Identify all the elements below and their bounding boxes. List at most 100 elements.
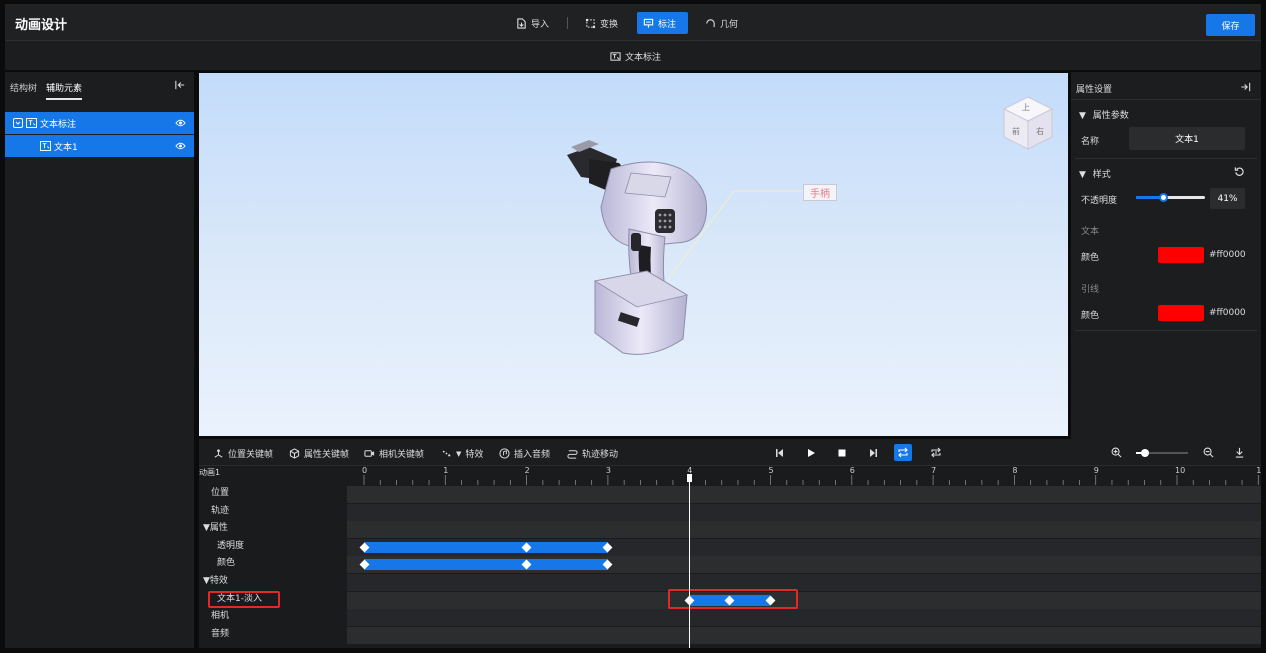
top-bar: 动画设计 导入 变换 标注 几何 保存 bbox=[5, 4, 1261, 40]
track-label[interactable]: 音频 bbox=[199, 626, 347, 643]
tab-auxiliary-elements[interactable]: 辅助元素 bbox=[46, 81, 83, 100]
save-button[interactable]: 保存 bbox=[1206, 14, 1255, 36]
annotate-icon bbox=[643, 18, 654, 28]
transform-button[interactable]: 变换 bbox=[579, 13, 624, 33]
step-forward-icon[interactable] bbox=[868, 448, 878, 458]
camera-keyframe-label: 相机关键帧 bbox=[379, 450, 425, 460]
text-color-hex[interactable]: #ff0000 bbox=[1209, 250, 1246, 260]
ruler-tick-label: 9 bbox=[1093, 466, 1099, 475]
timeline-toolbar: 位置关键帧 属性关键帧 相机关键帧 ▼ 特效 插入音频 轨迹移动 bbox=[199, 439, 1261, 466]
timeline-track[interactable] bbox=[347, 503, 1261, 521]
annotation-label[interactable]: 手柄 bbox=[803, 184, 837, 201]
property-keyframe-button[interactable]: 属性关键帧 bbox=[289, 447, 349, 460]
playhead[interactable] bbox=[687, 474, 693, 648]
zoom-out-icon[interactable] bbox=[1203, 447, 1214, 458]
timeline-track[interactable] bbox=[347, 556, 1261, 574]
view-cube-top[interactable]: 上 bbox=[1022, 102, 1030, 113]
insert-audio-button[interactable]: 插入音频 bbox=[499, 447, 550, 460]
ruler-tick-label: 0 bbox=[362, 466, 368, 475]
zoom-in-icon[interactable] bbox=[1111, 447, 1122, 458]
download-icon[interactable] bbox=[1234, 447, 1245, 458]
stop-icon[interactable] bbox=[837, 448, 847, 458]
transform-label: 变换 bbox=[600, 19, 619, 30]
track-label-column: 动画1 位置 轨迹 ▼属性 透明度 颜色 ▼特效 文本1-淡入 相机 音频 bbox=[199, 466, 347, 648]
effects-dropdown[interactable]: ▼ 特效 bbox=[441, 447, 483, 460]
track-label[interactable]: 位置 bbox=[199, 485, 347, 502]
text-group-label: 文本 bbox=[1081, 227, 1100, 237]
track-label[interactable]: 轨迹 bbox=[199, 503, 347, 520]
loop-once-icon[interactable] bbox=[930, 447, 942, 458]
track-label[interactable]: ▼属性 bbox=[199, 520, 347, 537]
playhead-handle[interactable] bbox=[687, 474, 693, 482]
time-ruler[interactable]: 0 1 2 3 4 5 6 7 8 9 10 1 bbox=[347, 466, 1261, 485]
track-label[interactable]: 颜色 bbox=[199, 555, 347, 572]
ruler-ticks bbox=[363, 475, 1259, 485]
keyframe-bar[interactable] bbox=[364, 559, 608, 571]
style-section-header[interactable]: ▼ 样式 bbox=[1079, 167, 1111, 180]
annotate-button[interactable]: 标注 bbox=[637, 12, 688, 34]
expand-toggle-icon[interactable] bbox=[13, 118, 23, 128]
timeline-track[interactable] bbox=[347, 574, 1261, 591]
leader-color-hex[interactable]: #ff0000 bbox=[1209, 308, 1246, 318]
text-color-label: 颜色 bbox=[1081, 253, 1100, 263]
timeline-track[interactable] bbox=[347, 626, 1261, 644]
opacity-slider-track[interactable] bbox=[1136, 193, 1205, 202]
ruler-tick-label: 6 bbox=[849, 466, 855, 475]
text-color-swatch[interactable] bbox=[1158, 247, 1204, 263]
opacity-value-input[interactable]: 41% bbox=[1210, 188, 1245, 209]
timeline-track[interactable] bbox=[347, 538, 1261, 556]
track-label[interactable]: ▼特效 bbox=[199, 573, 347, 590]
app-title: 动画设计 bbox=[15, 18, 68, 33]
mode-title-label: 文本标注 bbox=[625, 53, 662, 63]
camera-icon bbox=[364, 450, 375, 457]
leader-color-label: 颜色 bbox=[1081, 311, 1100, 321]
style-section-label: 样式 bbox=[1092, 170, 1111, 180]
view-cube-front[interactable]: 前 bbox=[1012, 126, 1020, 137]
timeline-panel: 位置关键帧 属性关键帧 相机关键帧 ▼ 特效 插入音频 轨迹移动 动画1 位置 … bbox=[199, 439, 1261, 648]
geometry-icon bbox=[706, 18, 715, 27]
path-move-button[interactable]: 轨迹移动 bbox=[567, 447, 618, 460]
import-button[interactable]: 导入 bbox=[510, 13, 555, 33]
params-section-header[interactable]: ▼ 属性参数 bbox=[1079, 108, 1129, 121]
keyframe-bar[interactable] bbox=[364, 541, 608, 553]
tree-item-text1[interactable]: 文本1 bbox=[5, 135, 194, 157]
position-keyframe-icon bbox=[214, 449, 223, 458]
timeline-track[interactable] bbox=[347, 486, 1261, 503]
loop-toggle-button[interactable] bbox=[894, 444, 912, 461]
leader-color-swatch[interactable] bbox=[1158, 305, 1204, 321]
track-label[interactable]: 相机 bbox=[199, 608, 347, 625]
import-icon bbox=[517, 17, 526, 29]
tree-item-text-annotation[interactable]: 文本标注 bbox=[5, 112, 194, 134]
mode-title: 文本标注 bbox=[610, 50, 661, 63]
opacity-slider-thumb[interactable] bbox=[1159, 193, 1169, 202]
view-cube[interactable]: 上 前 右 bbox=[1000, 95, 1056, 153]
params-section-label: 属性参数 bbox=[1092, 111, 1129, 121]
visibility-eye-icon[interactable] bbox=[175, 118, 186, 128]
camera-keyframe-button[interactable]: 相机关键帧 bbox=[364, 447, 424, 460]
effects-label: 特效 bbox=[465, 450, 484, 460]
timeline-tracks[interactable]: 0 1 2 3 4 5 6 7 8 9 10 1 bbox=[347, 466, 1261, 648]
audio-icon bbox=[499, 448, 510, 459]
timeline-track[interactable] bbox=[347, 591, 1261, 609]
tree-item-label: 文本1 bbox=[54, 142, 78, 153]
name-input[interactable]: 文本1 bbox=[1129, 127, 1245, 150]
visibility-eye-icon[interactable] bbox=[175, 141, 186, 151]
3d-viewport[interactable]: 手柄 上 前 右 bbox=[199, 73, 1068, 436]
geometry-button[interactable]: 几何 bbox=[699, 13, 744, 33]
play-icon[interactable] bbox=[806, 448, 816, 458]
ruler-tick-label: 3 bbox=[605, 466, 611, 475]
step-back-icon[interactable] bbox=[775, 448, 785, 458]
animation-name[interactable]: 动画1 bbox=[199, 467, 220, 478]
zoom-slider-thumb[interactable] bbox=[1141, 449, 1149, 457]
timeline-track[interactable] bbox=[347, 609, 1261, 627]
zoom-slider-track[interactable] bbox=[1136, 449, 1188, 457]
track-label[interactable]: 透明度 bbox=[199, 538, 347, 555]
collapse-left-icon[interactable] bbox=[175, 80, 185, 90]
position-keyframe-button[interactable]: 位置关键帧 bbox=[213, 447, 273, 460]
tab-structure-tree[interactable]: 结构树 bbox=[10, 81, 37, 94]
toolbar-divider bbox=[567, 17, 568, 29]
reset-icon[interactable] bbox=[1234, 166, 1245, 177]
view-cube-right[interactable]: 右 bbox=[1036, 126, 1044, 137]
timeline-track[interactable] bbox=[347, 521, 1261, 539]
collapse-right-icon[interactable] bbox=[1240, 82, 1251, 92]
